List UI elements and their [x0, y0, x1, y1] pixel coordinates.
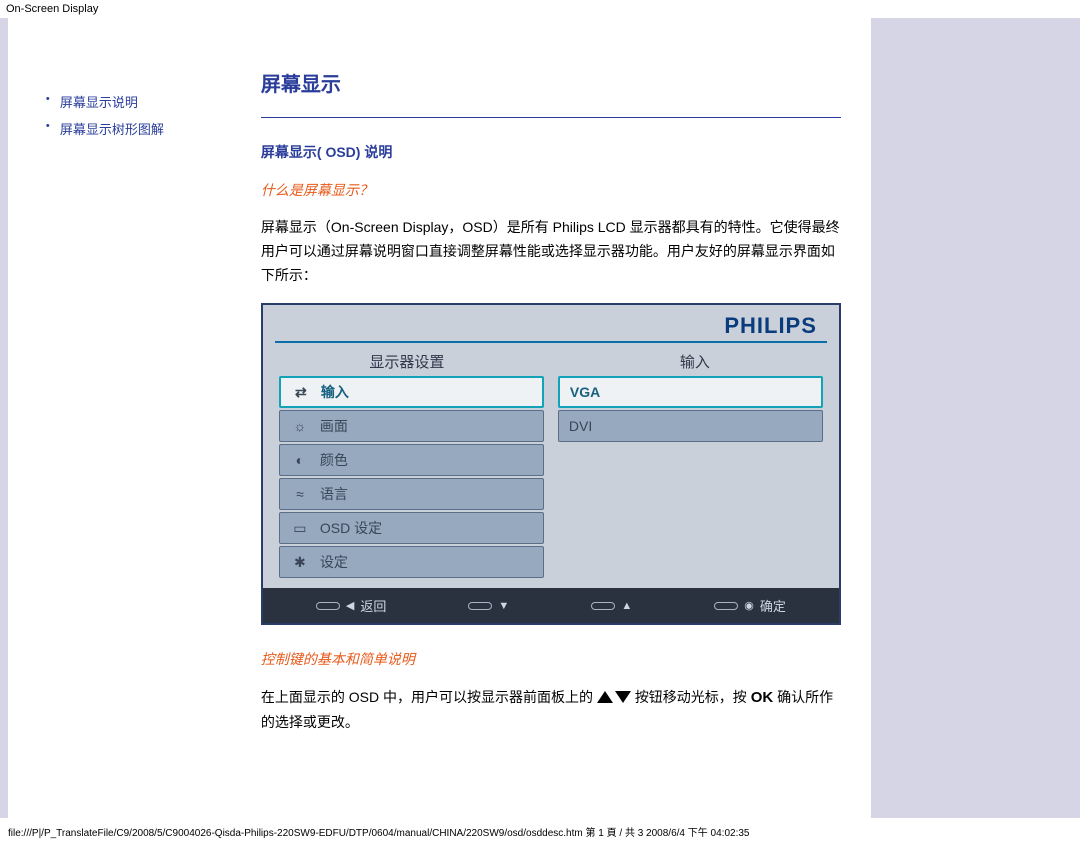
- subheading-what-is-osd: 什么是屏幕显示？: [261, 180, 841, 200]
- button-pill-icon: [714, 602, 738, 610]
- osd-right-label: VGA: [570, 384, 600, 400]
- osd-back-button: ◀ 返回: [316, 596, 386, 615]
- osd-settings-icon: ▭: [290, 518, 310, 538]
- right-decorative-stripe: [871, 18, 1080, 818]
- osd-bottom-bar: ◀ 返回 ▼ ▲ ◉ 确定: [263, 588, 839, 623]
- subheading-controls: 控制键的基本和简单说明: [261, 649, 841, 669]
- osd-left-label: 语言: [320, 484, 348, 504]
- osd-row-setup: ✱ 设定: [279, 546, 823, 578]
- osd-left-item: ✱ 设定: [279, 546, 544, 578]
- left-decorative-stripe: [0, 18, 42, 818]
- sidebar-nav: 屏幕显示说明 屏幕显示树形图解: [42, 18, 251, 818]
- language-icon: ≈: [290, 484, 310, 504]
- osd-left-item: ⇄ 输入: [279, 376, 544, 408]
- osd-header-right: 输入: [551, 351, 839, 372]
- osd-column-headers: 显示器设置 输入: [263, 347, 839, 376]
- osd-row-picture: ☼ 画面 DVI: [279, 410, 823, 442]
- left-arrow-icon: ◀: [346, 599, 354, 612]
- circle-icon: ◉: [744, 599, 754, 612]
- brand-underline: [275, 341, 827, 343]
- down-arrow-icon: ▼: [498, 600, 509, 612]
- osd-down-button: ▼: [468, 600, 509, 612]
- paragraph-controls: 在上面显示的 OSD 中，用户可以按显示器前面板上的 按钮移动光标，按 OK 确…: [261, 685, 841, 734]
- button-pill-icon: [468, 602, 492, 610]
- osd-back-label: 返回: [360, 596, 386, 615]
- osd-left-label: 画面: [320, 416, 348, 436]
- osd-left-label: 颜色: [320, 450, 348, 470]
- paragraph-controls-a: 在上面显示的 OSD 中，用户可以按显示器前面板上的: [261, 689, 597, 705]
- sidebar-link[interactable]: 屏幕显示说明: [60, 95, 138, 110]
- ok-text-icon: OK: [751, 689, 774, 706]
- title-divider: [261, 117, 841, 118]
- osd-right-item: VGA: [558, 376, 823, 408]
- picture-icon: ☼: [290, 416, 310, 436]
- osd-screenshot: PHILIPS 显示器设置 输入 ⇄ 输入 VGA: [261, 303, 841, 625]
- page-title: 屏幕显示: [261, 68, 841, 97]
- osd-row-input: ⇄ 输入 VGA: [279, 376, 823, 408]
- footer-path: file:///P|/P_TranslateFile/C9/2008/5/C90…: [0, 818, 1080, 845]
- page-wrap: 屏幕显示说明 屏幕显示树形图解 屏幕显示 屏幕显示( OSD) 说明 什么是屏幕…: [0, 18, 1080, 818]
- osd-ok-label: 确定: [760, 596, 786, 615]
- paragraph-intro: 屏幕显示（On-Screen Display，OSD）是所有 Philips L…: [261, 216, 841, 287]
- osd-row-osd-settings: ▭ OSD 设定: [279, 512, 823, 544]
- osd-left-label: OSD 设定: [320, 518, 382, 538]
- up-down-arrows-icon: [597, 687, 631, 711]
- osd-left-label: 设定: [320, 552, 348, 572]
- paragraph-controls-b: 按钮移动光标，按: [635, 689, 751, 705]
- button-pill-icon: [316, 602, 340, 610]
- osd-header-left: 显示器设置: [263, 351, 551, 372]
- osd-body: ⇄ 输入 VGA ☼ 画面 DVI: [263, 376, 839, 578]
- sidebar-item-osd-tree[interactable]: 屏幕显示树形图解: [42, 115, 251, 142]
- sidebar-item-osd-desc[interactable]: 屏幕显示说明: [42, 88, 251, 115]
- color-icon: ◐: [290, 450, 310, 470]
- input-icon: ⇄: [291, 382, 311, 402]
- up-arrow-icon: ▲: [621, 600, 632, 612]
- osd-right-item: DVI: [558, 410, 823, 442]
- section-title: 屏幕显示( OSD) 说明: [261, 142, 841, 162]
- osd-left-label: 输入: [321, 382, 349, 402]
- osd-up-button: ▲: [591, 600, 632, 612]
- setup-icon: ✱: [290, 552, 310, 572]
- osd-row-language: ≈ 语言: [279, 478, 823, 510]
- button-pill-icon: [591, 602, 615, 610]
- osd-row-color: ◐ 颜色: [279, 444, 823, 476]
- osd-left-item: ☼ 画面: [279, 410, 544, 442]
- osd-ok-button: ◉ 确定: [714, 596, 786, 615]
- osd-left-item: ◐ 颜色: [279, 444, 544, 476]
- brand-logo: PHILIPS: [263, 305, 839, 341]
- osd-left-item: ≈ 语言: [279, 478, 544, 510]
- osd-left-item: ▭ OSD 设定: [279, 512, 544, 544]
- main-content: 屏幕显示 屏幕显示( OSD) 说明 什么是屏幕显示？ 屏幕显示（On-Scre…: [251, 18, 871, 818]
- page-header-label: On-Screen Display: [0, 0, 1080, 18]
- sidebar-link[interactable]: 屏幕显示树形图解: [60, 122, 164, 137]
- osd-right-label: DVI: [569, 418, 592, 434]
